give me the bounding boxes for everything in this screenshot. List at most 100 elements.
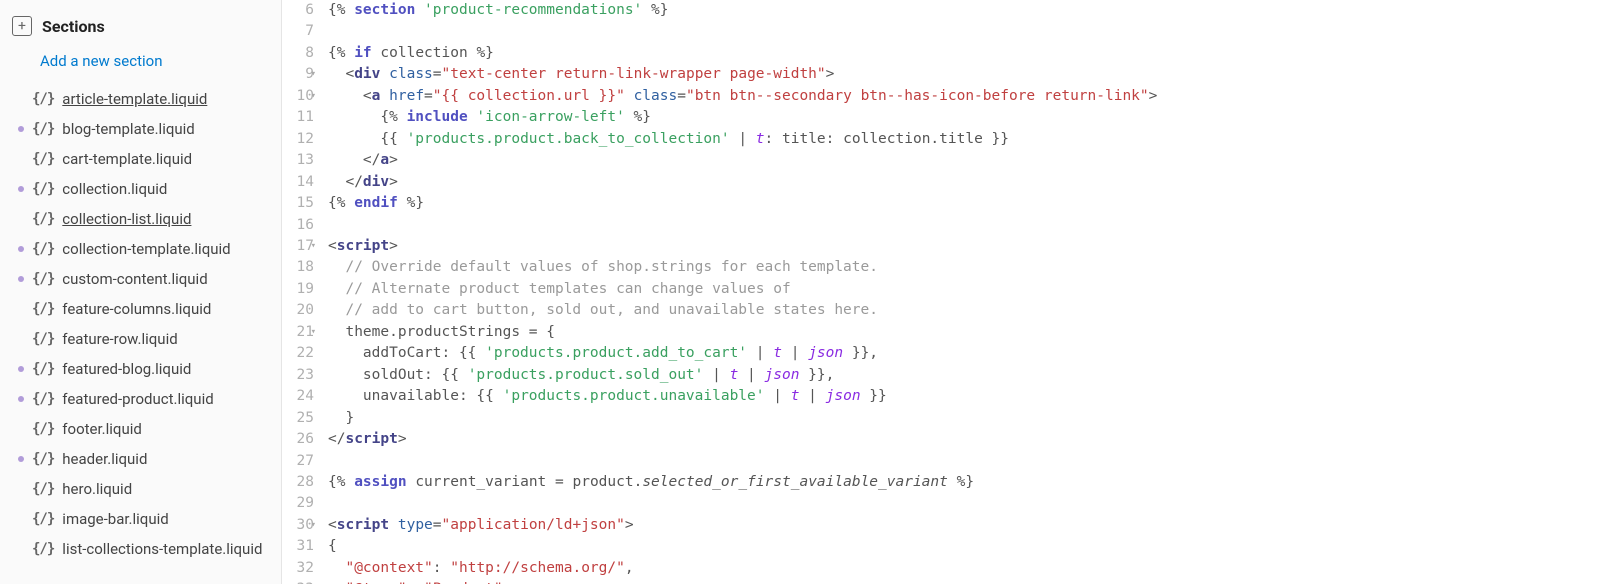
fold-icon[interactable]: ▾ [311, 90, 316, 103]
code-line[interactable]: "@type": "Product", [328, 579, 1600, 584]
file-name: image-bar.liquid [62, 510, 168, 528]
file-item[interactable]: {/}cart-template.liquid [0, 144, 281, 174]
code-line[interactable]: // Alternate product templates can chang… [328, 279, 1600, 300]
liquid-file-icon: {/} [32, 211, 54, 227]
liquid-file-icon: {/} [32, 421, 54, 437]
liquid-file-icon: {/} [32, 361, 54, 377]
modified-dot [18, 516, 24, 522]
code-line[interactable]: <a href="{{ collection.url }}" class="bt… [328, 86, 1600, 107]
code-editor[interactable]: 6789▾10▾11121314151617▾18192021▾22232425… [282, 0, 1600, 584]
file-item[interactable]: {/}list-collections-template.liquid [0, 534, 281, 564]
line-number: 19 [282, 279, 314, 300]
line-number: 33 [282, 579, 314, 584]
line-number: 13 [282, 150, 314, 171]
file-item[interactable]: {/}header.liquid [0, 444, 281, 474]
modified-dot [18, 96, 24, 102]
code-line[interactable]: {% assign current_variant = product.sele… [328, 472, 1600, 493]
code-line[interactable]: {{ 'products.product.back_to_collection'… [328, 129, 1600, 150]
fold-icon[interactable]: ▾ [311, 240, 316, 253]
line-number: 7 [282, 21, 314, 42]
liquid-file-icon: {/} [32, 241, 54, 257]
line-number: 14 [282, 172, 314, 193]
fold-icon[interactable]: ▾ [311, 68, 316, 81]
code-line[interactable]: addToCart: {{ 'products.product.add_to_c… [328, 343, 1600, 364]
modified-dot [18, 186, 24, 192]
file-name: custom-content.liquid [62, 270, 207, 288]
code-line[interactable]: { [328, 536, 1600, 557]
file-item[interactable]: {/}featured-product.liquid [0, 384, 281, 414]
code-line[interactable]: {% endif %} [328, 193, 1600, 214]
modified-dot [18, 126, 24, 132]
fold-icon[interactable]: ▾ [311, 326, 316, 339]
modified-dot [18, 276, 24, 282]
line-number: 26 [282, 429, 314, 450]
add-section-icon [12, 16, 32, 36]
file-item[interactable]: {/} collection-list.liquid [0, 204, 281, 234]
code-line[interactable]: </script> [328, 429, 1600, 450]
liquid-file-icon: {/} [32, 481, 54, 497]
code-line[interactable] [328, 215, 1600, 236]
code-line[interactable] [328, 21, 1600, 42]
line-number: 15 [282, 193, 314, 214]
file-list: {/}article-template.liquid{/}blog-templa… [0, 84, 281, 564]
code-line[interactable]: {% include 'icon-arrow-left' %} [328, 107, 1600, 128]
line-number: 31 [282, 536, 314, 557]
sidebar: Sections Add a new section {/}article-te… [0, 0, 282, 584]
line-number: 25 [282, 408, 314, 429]
liquid-file-icon: {/} [32, 331, 54, 347]
line-number: 17▾ [282, 236, 314, 257]
line-number: 24 [282, 386, 314, 407]
modified-dot [18, 336, 24, 342]
code-line[interactable]: // add to cart button, sold out, and una… [328, 300, 1600, 321]
file-item[interactable]: {/} custom-content.liquid [0, 264, 281, 294]
file-name: collection.liquid [62, 180, 167, 198]
file-item[interactable]: {/}image-bar.liquid [0, 504, 281, 534]
liquid-file-icon: {/} [32, 91, 54, 107]
code-line[interactable]: <div class="text-center return-link-wrap… [328, 64, 1600, 85]
sections-header[interactable]: Sections [0, 8, 281, 46]
line-number: 21▾ [282, 322, 314, 343]
line-number: 11 [282, 107, 314, 128]
file-item[interactable]: {/}featured-blog.liquid [0, 354, 281, 384]
fold-icon[interactable]: ▾ [311, 519, 316, 532]
file-item[interactable]: {/}article-template.liquid [0, 84, 281, 114]
line-number: 27 [282, 451, 314, 472]
liquid-file-icon: {/} [32, 151, 54, 167]
add-new-section-link[interactable]: Add a new section [0, 46, 281, 84]
code-line[interactable]: <script type="application/ld+json"> [328, 515, 1600, 536]
line-number: 9▾ [282, 64, 314, 85]
file-item[interactable]: {/}blog-template.liquid [0, 114, 281, 144]
line-number: 32 [282, 558, 314, 579]
code-line[interactable]: soldOut: {{ 'products.product.sold_out' … [328, 365, 1600, 386]
code-line[interactable]: </div> [328, 172, 1600, 193]
line-number: 18 [282, 257, 314, 278]
file-item[interactable]: {/}feature-row.liquid [0, 324, 281, 354]
code-line[interactable]: theme.productStrings = { [328, 322, 1600, 343]
line-number: 20 [282, 300, 314, 321]
code-line[interactable] [328, 493, 1600, 514]
file-name: list-collections-template.liquid [62, 540, 262, 558]
code-line[interactable] [328, 451, 1600, 472]
file-name: collection-list.liquid [62, 210, 191, 228]
modified-dot [18, 426, 24, 432]
file-item[interactable]: {/}collection.liquid [0, 174, 281, 204]
code-line[interactable]: <script> [328, 236, 1600, 257]
file-item[interactable]: {/}collection-template.liquid [0, 234, 281, 264]
liquid-file-icon: {/} [32, 271, 54, 287]
code-line[interactable]: unavailable: {{ 'products.product.unavai… [328, 386, 1600, 407]
modified-dot [18, 246, 24, 252]
code-line[interactable]: {% if collection %} [328, 43, 1600, 64]
file-item[interactable]: {/}hero.liquid [0, 474, 281, 504]
file-item[interactable]: {/}feature-columns.liquid [0, 294, 281, 324]
modified-dot [18, 546, 24, 552]
modified-dot [18, 306, 24, 312]
file-name: feature-columns.liquid [62, 300, 211, 318]
file-name: blog-template.liquid [62, 120, 194, 138]
code-line[interactable]: } [328, 408, 1600, 429]
file-item[interactable]: {/}footer.liquid [0, 414, 281, 444]
code-line[interactable]: </a> [328, 150, 1600, 171]
code-area[interactable]: {% section 'product-recommendations' %} … [324, 0, 1600, 584]
code-line[interactable]: {% section 'product-recommendations' %} [328, 0, 1600, 21]
code-line[interactable]: "@context": "http://schema.org/", [328, 558, 1600, 579]
code-line[interactable]: // Override default values of shop.strin… [328, 257, 1600, 278]
